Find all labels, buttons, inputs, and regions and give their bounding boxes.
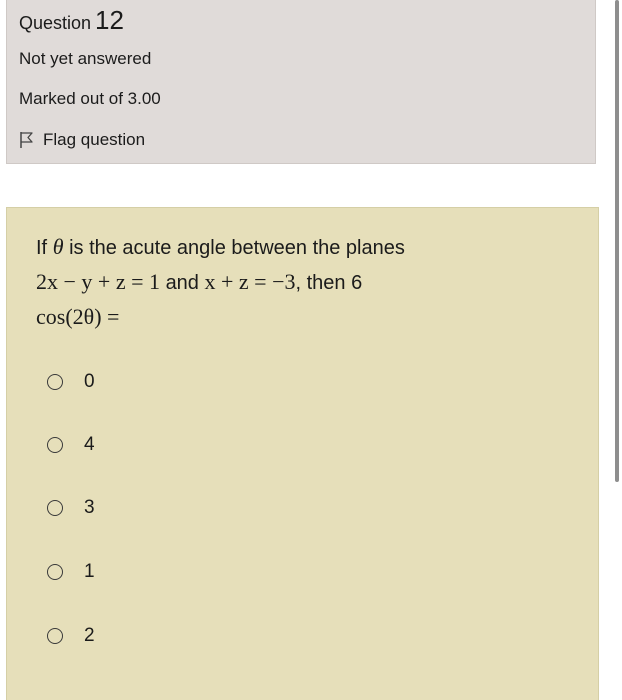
answer-option-2[interactable]: 3	[47, 493, 95, 523]
question-text-prefix: If	[36, 237, 48, 259]
answer-option-0[interactable]: 0	[47, 367, 95, 397]
answer-option-4[interactable]: 2	[47, 621, 95, 651]
question-text-mid: is the acute angle between the planes	[69, 237, 405, 259]
scrollbar[interactable]	[615, 0, 619, 700]
answer-option-1[interactable]: 4	[47, 430, 95, 460]
theta-symbol: θ	[52, 234, 64, 259]
question-text-then: , then 6	[295, 272, 363, 294]
radio-button[interactable]	[47, 437, 63, 453]
option-label: 3	[84, 497, 95, 518]
scrollbar-thumb[interactable]	[615, 0, 619, 482]
flag-question-label: Flag question	[43, 130, 146, 149]
radio-button[interactable]	[47, 500, 63, 516]
grade-info: Marked out of 3.00	[19, 89, 161, 108]
question-info-panel: Question 12 Not yet answered Marked out o…	[6, 0, 596, 164]
option-label: 2	[84, 625, 95, 646]
radio-button[interactable]	[47, 564, 63, 580]
option-label: 1	[84, 561, 95, 582]
radio-button[interactable]	[47, 628, 63, 644]
plane-equation-1: 2x − y + z = 1	[36, 269, 160, 294]
flag-icon	[19, 131, 35, 149]
flag-question-link[interactable]: Flag question	[19, 129, 145, 151]
question-conjunction: and	[165, 272, 199, 294]
option-label: 4	[84, 434, 95, 455]
answer-option-3[interactable]: 1	[47, 557, 95, 587]
question-heading: Question 12	[19, 4, 124, 39]
question-content-panel: If θ is the acute angle between the plan…	[6, 207, 599, 700]
answer-state: Not yet answered	[19, 49, 152, 68]
question-expression: cos(2θ) =	[36, 304, 120, 329]
plane-equation-2: x + z = −3	[204, 269, 296, 294]
question-word: Question	[19, 13, 92, 33]
question-text: If θ is the acute angle between the plan…	[36, 230, 576, 335]
option-label: 0	[84, 371, 95, 392]
radio-button[interactable]	[47, 374, 63, 390]
question-number: 12	[95, 5, 124, 35]
